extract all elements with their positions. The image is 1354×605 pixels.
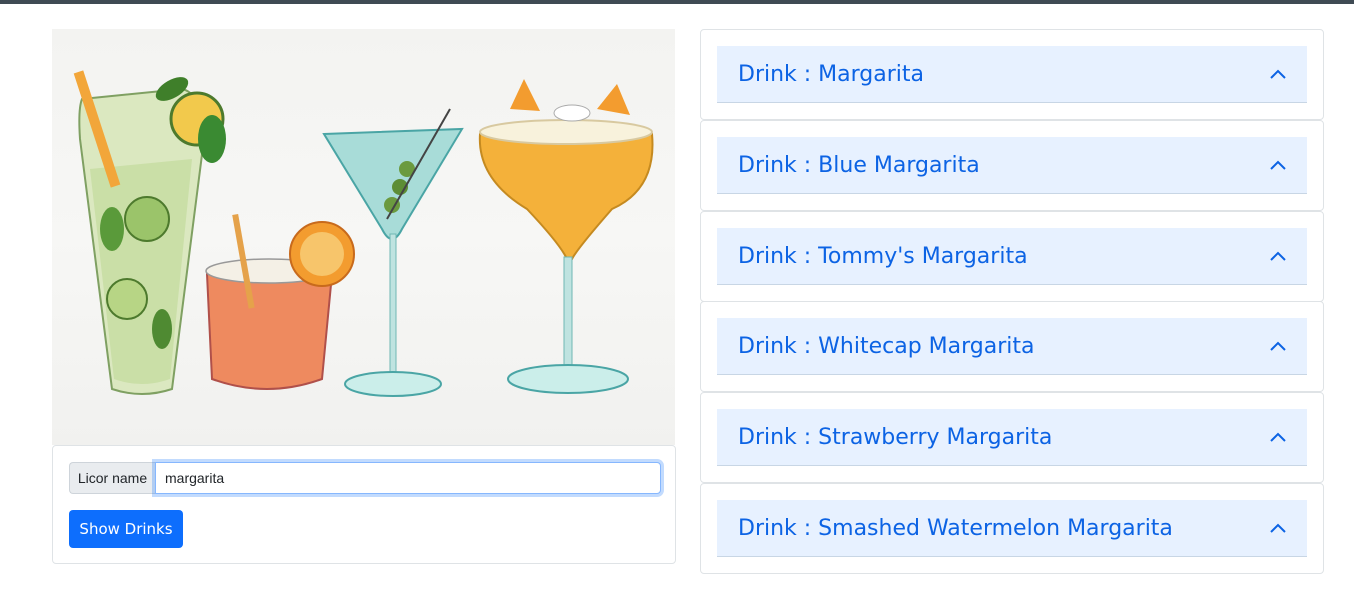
- accordion-header[interactable]: Drink : Smashed Watermelon Margarita: [717, 500, 1307, 557]
- accordion-item: Drink : Strawberry Margarita: [700, 392, 1324, 483]
- licor-input-group: Licor name: [69, 462, 661, 494]
- licor-name-label: Licor name: [69, 462, 155, 494]
- drink-title: Drink : Smashed Watermelon Margarita: [738, 515, 1173, 541]
- accordion-item: Drink : Smashed Watermelon Margarita: [700, 483, 1324, 574]
- top-bar: [0, 0, 1354, 4]
- orange-tumbler: [205, 213, 355, 390]
- accordion-header[interactable]: Drink : Margarita: [717, 46, 1307, 103]
- chevron-up-icon: [1270, 432, 1286, 442]
- licor-name-input[interactable]: [155, 462, 661, 494]
- accordion-header[interactable]: Drink : Whitecap Margarita: [717, 318, 1307, 375]
- accordion-header[interactable]: Drink : Blue Margarita: [717, 137, 1307, 194]
- chevron-up-icon: [1270, 523, 1286, 533]
- accordion-header[interactable]: Drink : Tommy's Margarita: [717, 228, 1307, 285]
- cocktails-image: [73, 70, 654, 397]
- accordion-item: Drink : Whitecap Margarita: [700, 301, 1324, 392]
- chevron-up-icon: [1270, 341, 1286, 351]
- drink-title: Drink : Strawberry Margarita: [738, 424, 1053, 450]
- accordion-item: Drink : Margarita: [700, 29, 1324, 120]
- show-drinks-button[interactable]: Show Drinks: [69, 510, 183, 548]
- margarita-glass: [478, 79, 654, 394]
- chevron-up-icon: [1270, 251, 1286, 261]
- drink-title: Drink : Whitecap Margarita: [738, 333, 1035, 359]
- accordion-header[interactable]: Drink : Strawberry Margarita: [717, 409, 1307, 466]
- accordion-item: Drink : Tommy's Margarita: [700, 211, 1324, 302]
- chevron-up-icon: [1270, 69, 1286, 79]
- search-card: Licor name Show Drinks: [52, 445, 676, 564]
- mojito-glass: [73, 70, 226, 395]
- drink-title: Drink : Margarita: [738, 61, 925, 87]
- drink-title: Drink : Blue Margarita: [738, 152, 980, 178]
- chevron-up-icon: [1270, 160, 1286, 170]
- accordion-item: Drink : Blue Margarita: [700, 120, 1324, 211]
- drink-title: Drink : Tommy's Margarita: [738, 243, 1028, 269]
- cocktails-illustration: [52, 29, 675, 445]
